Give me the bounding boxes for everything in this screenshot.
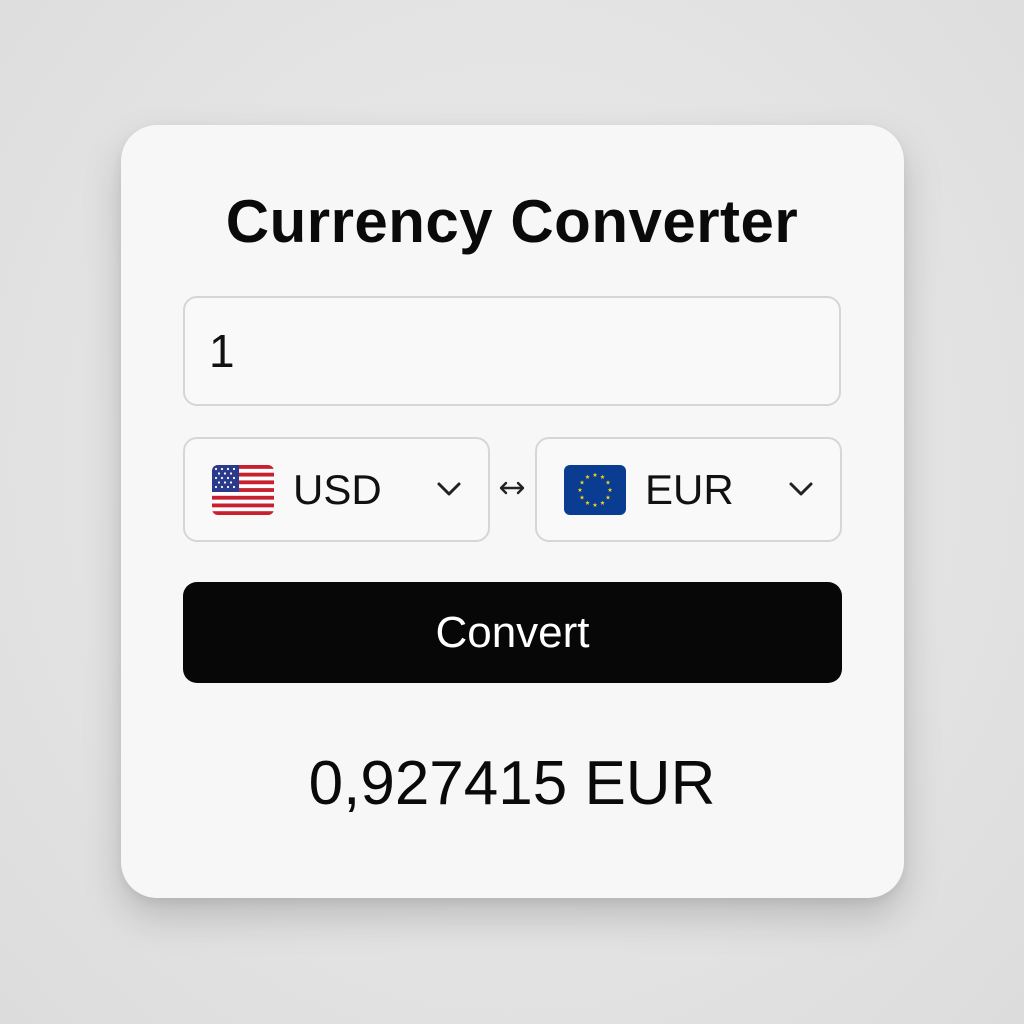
from-currency-select[interactable]: USD <box>183 437 490 542</box>
to-currency-select[interactable]: EUR <box>535 437 842 542</box>
convert-button[interactable]: Convert <box>183 582 842 683</box>
chevron-down-icon <box>789 482 813 496</box>
swap-arrows-icon[interactable] <box>493 470 531 506</box>
page-title: Currency Converter <box>225 188 799 255</box>
us-flag-icon <box>212 465 274 515</box>
eu-flag-icon <box>564 465 626 515</box>
from-currency-code: USD <box>293 466 382 513</box>
to-currency-code: EUR <box>645 466 734 513</box>
chevron-down-icon <box>437 482 461 496</box>
amount-input[interactable] <box>183 296 841 406</box>
conversion-result: 0,927415 EUR <box>308 749 716 818</box>
